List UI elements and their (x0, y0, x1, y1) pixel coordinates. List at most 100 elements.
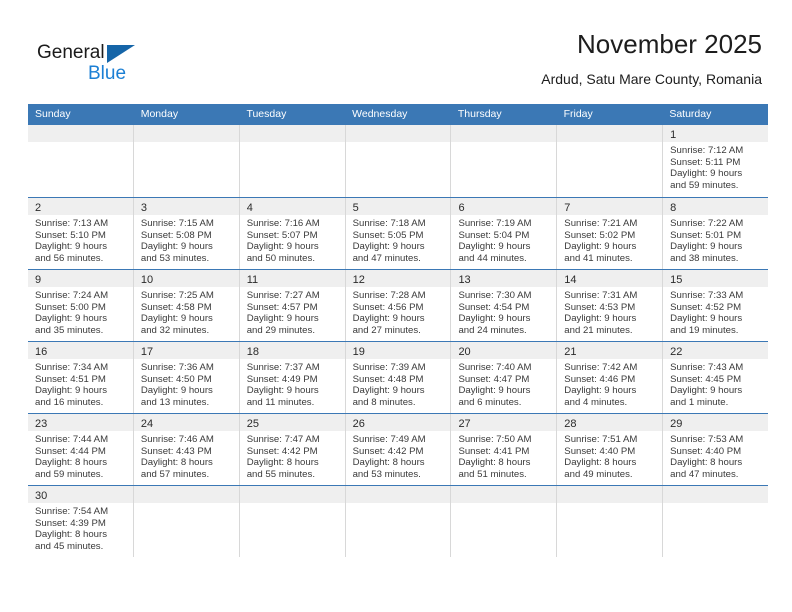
calendar-day-cell[interactable]: 29 Sunrise: 7:53 AM Sunset: 4:40 PM Dayligh… (662, 414, 769, 485)
day-number-strip: 5 (345, 198, 451, 215)
sunset-text: Sunset: 4:46 PM (564, 373, 636, 385)
calendar-day-cell[interactable]: 27 Sunrise: 7:50 AM Sunset: 4:41 PM Dayligh… (450, 414, 557, 485)
day-details (557, 142, 662, 145)
sunrise-text: Sunrise: 7:25 AM (140, 290, 214, 301)
calendar-day-cell[interactable]: 8 Sunrise: 7:22 AM Sunset: 5:01 PM Daylight… (662, 198, 769, 269)
calendar-day-cell[interactable]: 4 Sunrise: 7:16 AM Sunset: 5:07 PM Daylight… (238, 198, 345, 269)
calendar-day-cell[interactable]: 17 Sunrise: 7:36 AM Sunset: 4:50 PM Dayligh… (132, 342, 239, 413)
day-details: Sunrise: 7:51 AM Sunset: 4:40 PM Daylight:… (557, 431, 662, 480)
day-details: Sunrise: 7:46 AM Sunset: 4:43 PM Daylight:… (134, 431, 239, 480)
calendar-day-cell[interactable]: 16 Sunrise: 7:34 AM Sunset: 4:51 PM Dayligh… (28, 342, 133, 413)
daylight-text: Daylight: 9 hours (140, 241, 213, 253)
day-number: 23 (35, 418, 48, 430)
sunrise-text: Sunrise: 7:51 AM (564, 434, 638, 445)
calendar-day-cell[interactable]: 23 Sunrise: 7:44 AM Sunset: 4:44 PM Dayligh… (28, 414, 133, 485)
calendar-day-cell[interactable]: 30 Sunrise: 7:54 AM Sunset: 4:39 PM Dayligh… (28, 486, 133, 557)
day-details (134, 142, 239, 145)
day-number-strip (451, 125, 557, 142)
calendar-day-cell[interactable]: 20 Sunrise: 7:40 AM Sunset: 4:47 PM Dayligh… (450, 342, 557, 413)
calendar-day-cell[interactable]: 19 Sunrise: 7:39 AM Sunset: 4:48 PM Dayligh… (344, 342, 451, 413)
weekday-header-sunday: Sunday (35, 108, 71, 120)
day-details: Sunrise: 7:50 AM Sunset: 4:41 PM Daylight:… (451, 431, 556, 480)
daylight-text: Daylight: 9 hours (564, 241, 637, 253)
calendar-day-cell[interactable]: 9 Sunrise: 7:24 AM Sunset: 5:00 PM Daylight… (28, 270, 133, 341)
sunset-text: Sunset: 5:11 PM (670, 156, 741, 168)
calendar-day-cell[interactable]: 6 Sunrise: 7:19 AM Sunset: 5:04 PM Daylight… (450, 198, 557, 269)
calendar-day-cell[interactable]: 13 Sunrise: 7:30 AM Sunset: 4:54 PM Dayligh… (450, 270, 557, 341)
calendar-day-cell[interactable]: 24 Sunrise: 7:46 AM Sunset: 4:43 PM Dayligh… (132, 414, 239, 485)
calendar-day-cell[interactable]: 14 Sunrise: 7:31 AM Sunset: 4:53 PM Dayligh… (556, 270, 663, 341)
calendar-day-cell[interactable]: 22 Sunrise: 7:43 AM Sunset: 4:45 PM Dayligh… (662, 342, 769, 413)
logo-triangle-icon (107, 45, 135, 63)
calendar-day-cell-empty (662, 486, 769, 557)
daylight-text: and 35 minutes. (35, 324, 104, 336)
daylight-text: and 27 minutes. (352, 324, 421, 336)
calendar-day-cell-empty (344, 125, 451, 197)
day-details: Sunrise: 7:53 AM Sunset: 4:40 PM Daylight:… (663, 431, 768, 480)
day-number-strip: 16 (28, 342, 133, 359)
calendar-day-cell[interactable]: 10 Sunrise: 7:25 AM Sunset: 4:58 PM Dayligh… (132, 270, 239, 341)
day-details (557, 503, 662, 506)
daylight-text: and 24 minutes. (458, 324, 527, 336)
day-number: 2 (35, 202, 42, 214)
calendar-day-cell[interactable]: 11 Sunrise: 7:27 AM Sunset: 4:57 PM Dayligh… (238, 270, 345, 341)
day-number: 10 (140, 274, 154, 286)
sunrise-text: Sunrise: 7:54 AM (35, 506, 109, 517)
day-number-strip: 7 (557, 198, 663, 215)
day-number-strip: 13 (451, 270, 557, 287)
daylight-text: and 13 minutes. (140, 396, 210, 408)
general-blue-logo: General Blue (37, 42, 157, 88)
day-number-strip: 17 (133, 342, 239, 359)
daylight-text: Daylight: 9 hours (458, 313, 531, 325)
calendar-day-cell[interactable]: 28 Sunrise: 7:51 AM Sunset: 4:40 PM Dayligh… (556, 414, 663, 485)
sunrise-text: Sunrise: 7:50 AM (458, 434, 532, 445)
day-number-strip (239, 125, 345, 142)
day-number: 28 (564, 418, 577, 430)
daylight-text: and 59 minutes. (35, 468, 104, 480)
day-details: Sunrise: 7:34 AM Sunset: 4:51 PM Daylight:… (28, 359, 133, 408)
day-number-strip: 21 (557, 342, 663, 359)
calendar-day-cell[interactable]: 12 Sunrise: 7:28 AM Sunset: 4:56 PM Dayligh… (344, 270, 451, 341)
daylight-text: Daylight: 9 hours (670, 241, 743, 253)
day-number-strip: 12 (345, 270, 451, 287)
calendar-day-cell[interactable]: 3 Sunrise: 7:15 AM Sunset: 5:08 PM Daylight… (132, 198, 239, 269)
calendar-day-cell[interactable]: 26 Sunrise: 7:49 AM Sunset: 4:42 PM Dayligh… (344, 414, 451, 485)
calendar-day-cell[interactable]: 18 Sunrise: 7:37 AM Sunset: 4:49 PM Dayligh… (238, 342, 345, 413)
day-details: Sunrise: 7:15 AM Sunset: 5:08 PM Daylight:… (134, 215, 239, 264)
day-details: Sunrise: 7:19 AM Sunset: 5:04 PM Daylight:… (451, 215, 556, 264)
daylight-text: and 8 minutes. (352, 396, 416, 408)
day-details: Sunrise: 7:36 AM Sunset: 4:50 PM Daylight:… (134, 359, 239, 408)
calendar-week-row: 9 Sunrise: 7:24 AM Sunset: 5:00 PM Daylight… (28, 269, 769, 341)
calendar-day-cell[interactable]: 7 Sunrise: 7:21 AM Sunset: 5:02 PM Daylight… (556, 198, 663, 269)
sunrise-text: Sunrise: 7:22 AM (670, 218, 744, 229)
calendar-day-cell[interactable]: 21 Sunrise: 7:42 AM Sunset: 4:46 PM Dayligh… (556, 342, 663, 413)
day-number: 21 (564, 346, 577, 358)
sunrise-text: Sunrise: 7:53 AM (670, 434, 744, 445)
sunrise-text: Sunrise: 7:43 AM (670, 362, 744, 373)
sunrise-text: Sunrise: 7:39 AM (352, 362, 426, 373)
day-details: Sunrise: 7:16 AM Sunset: 5:07 PM Daylight:… (240, 215, 345, 264)
calendar-day-cell[interactable]: 2 Sunrise: 7:13 AM Sunset: 5:10 PM Daylight… (28, 198, 133, 269)
daylight-text: and 57 minutes. (140, 468, 210, 480)
calendar-day-cell[interactable]: 5 Sunrise: 7:18 AM Sunset: 5:05 PM Daylight… (344, 198, 451, 269)
day-details (346, 503, 451, 506)
calendar-day-cell[interactable]: 1 Sunrise: 7:12 AM Sunset: 5:11 PM Daylight… (662, 125, 769, 197)
day-number-strip: 18 (239, 342, 345, 359)
day-details: Sunrise: 7:12 AM Sunset: 5:11 PM Daylight:… (663, 142, 768, 191)
daylight-text: Daylight: 9 hours (35, 241, 107, 253)
daylight-text: Daylight: 9 hours (670, 385, 743, 397)
daylight-text: and 41 minutes. (564, 252, 633, 264)
day-number-strip (345, 125, 451, 142)
day-number: 17 (140, 346, 154, 358)
calendar-day-cell[interactable]: 25 Sunrise: 7:47 AM Sunset: 4:42 PM Dayligh… (238, 414, 345, 485)
daylight-text: and 38 minutes. (670, 252, 739, 264)
day-details (240, 142, 345, 145)
sunrise-text: Sunrise: 7:24 AM (35, 290, 109, 301)
day-details: Sunrise: 7:39 AM Sunset: 4:48 PM Daylight:… (346, 359, 451, 408)
daylight-text: and 47 minutes. (352, 252, 421, 264)
daylight-text: and 53 minutes. (140, 252, 210, 264)
sunset-text: Sunset: 4:41 PM (458, 445, 530, 457)
calendar-day-cell[interactable]: 15 Sunrise: 7:33 AM Sunset: 4:52 PM Dayligh… (662, 270, 769, 341)
day-details: Sunrise: 7:43 AM Sunset: 4:45 PM Daylight:… (663, 359, 768, 408)
day-number: 11 (246, 274, 259, 286)
